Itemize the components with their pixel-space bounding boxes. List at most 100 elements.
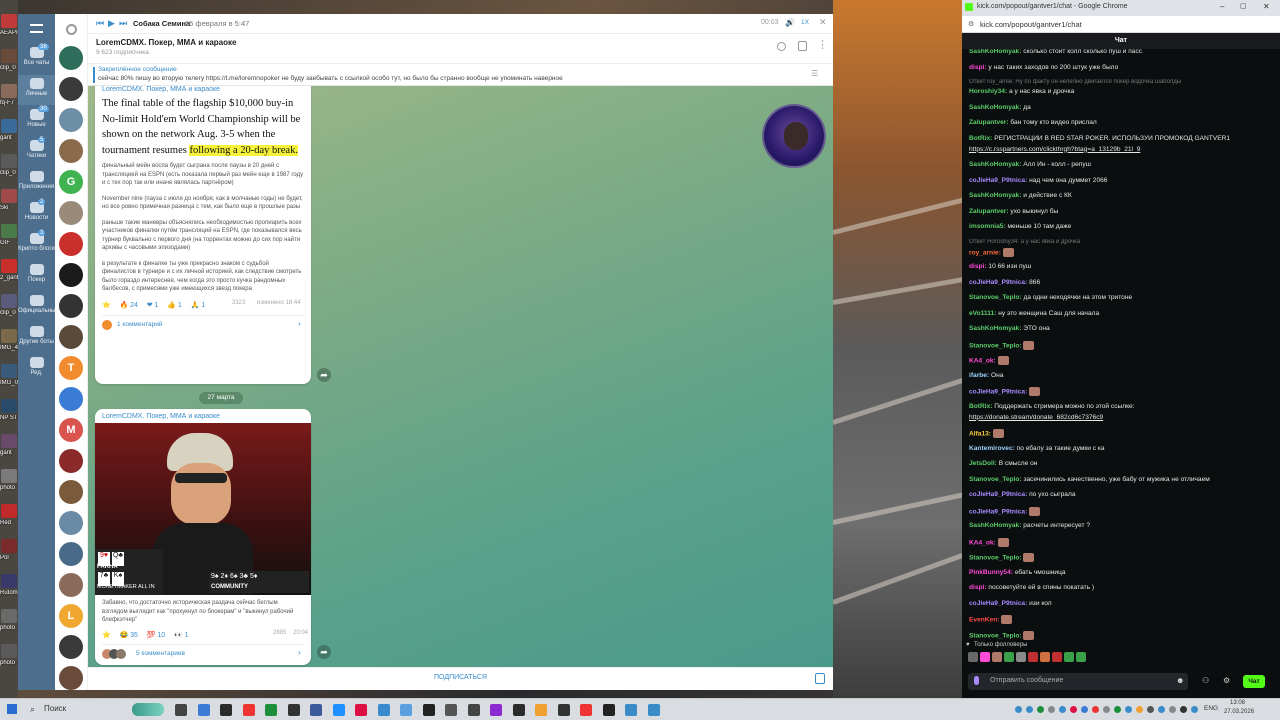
chat-avatar[interactable]: [59, 480, 83, 504]
reaction[interactable]: 👀 1: [174, 631, 189, 639]
chat-avatar[interactable]: [59, 449, 83, 473]
chat-username[interactable]: Horoshiy34:: [969, 88, 1009, 95]
settings-icon[interactable]: ⚙: [1223, 676, 1230, 685]
chat-avatar[interactable]: [59, 139, 83, 163]
next-track-icon[interactable]: ⏭: [119, 18, 127, 29]
chat-username[interactable]: dispi:: [969, 263, 988, 270]
emote-icon[interactable]: [1040, 652, 1050, 662]
chat-avatar[interactable]: [59, 201, 83, 225]
search-icon[interactable]: [777, 42, 786, 51]
comments-link[interactable]: 5 комментариев ›: [102, 643, 304, 659]
chat-username[interactable]: Alfa13:: [969, 430, 993, 437]
tray-icon[interactable]: [1059, 706, 1066, 713]
reaction[interactable]: 💯 10: [147, 631, 165, 639]
chat-input[interactable]: Отправить сообщение ☻: [968, 673, 1188, 690]
video-message[interactable]: [762, 104, 826, 168]
tray-icon[interactable]: [1037, 706, 1044, 713]
close-icon[interactable]: ✕: [1263, 2, 1270, 11]
chat-username[interactable]: SashKoHomyak:: [969, 49, 1023, 55]
forward-icon[interactable]: ➦: [317, 645, 331, 659]
chat-username[interactable]: coJleHa9_P9tnica:: [969, 508, 1029, 515]
taskbar-app-icon[interactable]: [197, 704, 210, 716]
more-icon[interactable]: ⋮: [817, 38, 828, 51]
tray-icon[interactable]: [1158, 706, 1165, 713]
tray-icon[interactable]: [1015, 706, 1022, 713]
desktop-file-icon[interactable]: [1, 259, 17, 273]
chat-username[interactable]: Stanovoe_Teplo:: [969, 294, 1023, 301]
desktop-file-icon[interactable]: [1, 574, 17, 588]
tray-icon[interactable]: [1048, 706, 1055, 713]
tray-icon[interactable]: [1103, 706, 1110, 713]
emote-icon[interactable]: [1016, 652, 1026, 662]
taskbar-app-icon[interactable]: [422, 704, 435, 716]
taskbar-app-icon[interactable]: [265, 704, 277, 716]
taskbar-app-icon[interactable]: [557, 704, 570, 716]
forward-icon[interactable]: ➦: [317, 368, 331, 382]
desktop-file-icon[interactable]: [1, 189, 17, 203]
play-icon[interactable]: ▶: [108, 18, 115, 29]
chat-username[interactable]: coJleHa9_P9tnica:: [969, 177, 1029, 184]
chat-username[interactable]: eVo1111:: [969, 310, 998, 317]
taskbar-app-icon[interactable]: [467, 704, 480, 716]
chat-username[interactable]: BotRix:: [969, 403, 994, 410]
desktop-file-icon[interactable]: [1, 119, 17, 133]
desktop-file-icon[interactable]: [1, 84, 17, 98]
chat-avatar[interactable]: L: [59, 604, 83, 628]
users-icon[interactable]: ⚇: [1202, 676, 1209, 685]
post-photo[interactable]: 9♥ Q♣ 7♣ K♠ FARHA MONEYMAKER ALL IN 9♠ 2…: [95, 423, 311, 595]
folder-tab[interactable]: Новости 2: [18, 199, 55, 229]
taskbar-app-icon[interactable]: [377, 704, 390, 716]
attach-icon[interactable]: [815, 673, 825, 684]
chat-username[interactable]: Stanovoe_Teplo:: [969, 554, 1023, 561]
pinned-message[interactable]: Закреплённое сообщение сейчас 80% пишу в…: [88, 64, 833, 86]
taskbar-app-icon[interactable]: [175, 704, 187, 716]
chat-avatar[interactable]: M: [59, 418, 83, 442]
chat-username[interactable]: Stanovoe_Teplo:: [969, 476, 1023, 483]
desktop-file-icon[interactable]: [1, 154, 17, 168]
chat-avatar[interactable]: G: [59, 170, 83, 194]
tray-icon[interactable]: [1180, 706, 1187, 713]
emote-icon[interactable]: [1064, 652, 1074, 662]
chat-username[interactable]: coJleHa9_P9tnica:: [969, 388, 1029, 395]
chat-username[interactable]: SashKoHomyak:: [969, 161, 1023, 168]
volume-icon[interactable]: 🔊: [785, 18, 795, 27]
emote-icon[interactable]: [992, 652, 1002, 662]
chat-username[interactable]: EvenKen:: [969, 616, 1001, 623]
chat-text[interactable]: https://c.rsspartners.com/clickthrgh?bta…: [969, 146, 1140, 153]
emote-icon[interactable]: [1076, 652, 1086, 662]
reaction[interactable]: 🔥 24: [120, 301, 138, 309]
tray-icon[interactable]: [1081, 706, 1088, 713]
emote-icon[interactable]: [1028, 652, 1038, 662]
desktop-file-icon[interactable]: [1, 294, 17, 308]
chat-username[interactable]: ifarbe:: [969, 372, 991, 379]
chat-username[interactable]: Kantemirovec:: [969, 445, 1017, 452]
chat-username[interactable]: SashKoHomyak:: [969, 192, 1023, 199]
desktop-file-icon[interactable]: [1, 539, 17, 553]
taskbar-app-icon[interactable]: [400, 704, 412, 716]
desktop-file-icon[interactable]: [1, 399, 17, 413]
chat-username[interactable]: JetsDoll:: [969, 460, 999, 467]
desktop-file-icon[interactable]: [1, 644, 17, 658]
reaction[interactable]: ⭐: [102, 631, 111, 639]
maximize-icon[interactable]: ▢: [1240, 2, 1247, 10]
taskbar-search-label[interactable]: Поиск: [44, 704, 66, 713]
folder-tab[interactable]: Ред.: [18, 354, 55, 384]
desktop-file-icon[interactable]: [1, 434, 17, 448]
folder-tab[interactable]: Крипто блоги 3: [18, 230, 55, 260]
chat-avatar[interactable]: [59, 573, 83, 597]
taskbar-app-icon[interactable]: [332, 704, 345, 716]
tray-icon[interactable]: [1026, 706, 1033, 713]
folder-tab[interactable]: Новые 30: [18, 106, 55, 136]
emote-icon[interactable]: [968, 652, 978, 662]
reaction[interactable]: 👍 1: [167, 301, 182, 309]
taskbar-app-icon[interactable]: [242, 704, 255, 716]
minimize-icon[interactable]: –: [1220, 2, 1224, 11]
tray-icon[interactable]: [1125, 706, 1132, 713]
taskbar-app-icon[interactable]: [602, 704, 615, 716]
chat-avatar[interactable]: [59, 263, 83, 287]
chat-username[interactable]: PinkBunny54:: [969, 569, 1015, 576]
chat-username[interactable]: Stanovoe_Teplo:: [969, 342, 1023, 349]
reaction[interactable]: 😂 35: [120, 631, 138, 639]
widget-icon[interactable]: [132, 703, 164, 716]
folder-tab[interactable]: Другие боты: [18, 323, 55, 353]
